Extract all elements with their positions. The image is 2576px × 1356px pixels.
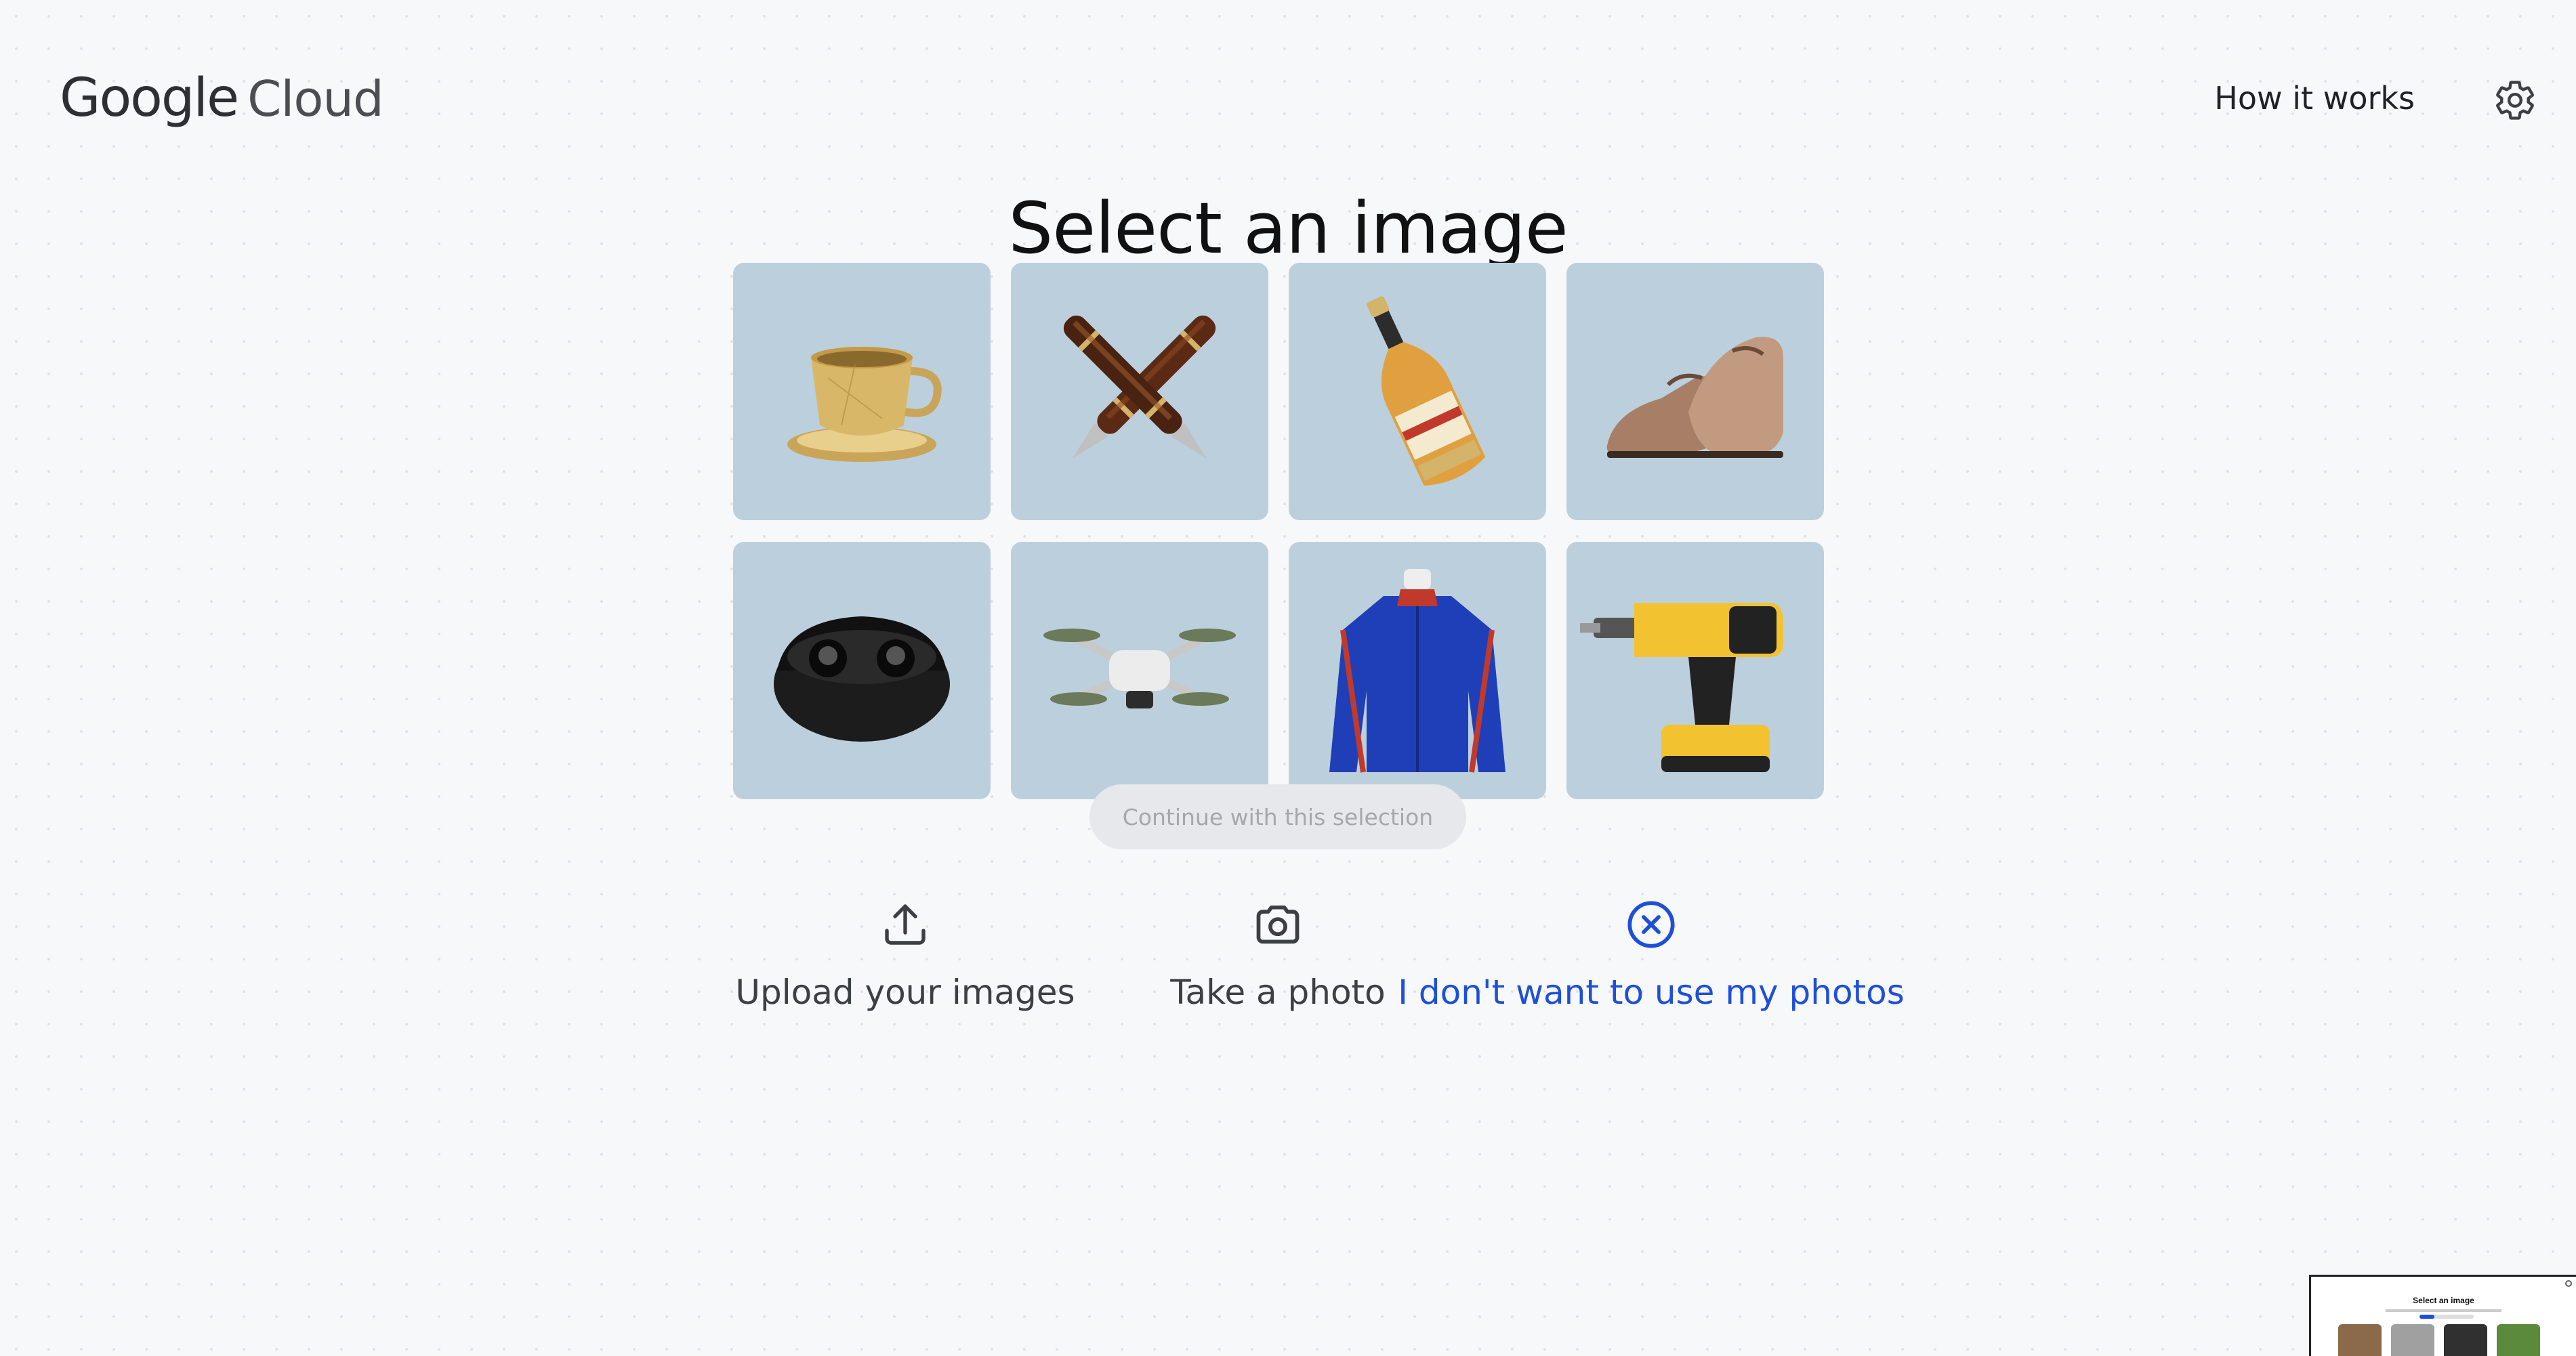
preview-face-3 <box>2444 1324 2487 1356</box>
upload-icon <box>875 894 936 955</box>
upload-label: Upload your images <box>735 973 1075 1012</box>
earbuds-image[interactable] <box>733 542 991 799</box>
preview-gear-icon <box>2565 1280 2572 1287</box>
google-cloud-logo[interactable]: Google Cloud <box>60 68 384 129</box>
teacup-illustration <box>787 347 942 462</box>
drone-image[interactable] <box>1011 542 1268 799</box>
pens-illustration <box>1063 315 1216 459</box>
close-circle-icon <box>1621 894 1682 955</box>
camera-icon <box>1247 894 1308 955</box>
preview-tabs <box>2419 1315 2474 1319</box>
drone-illustration <box>1043 629 1236 708</box>
page-title: Select an image <box>1008 187 1569 270</box>
shoes-illustration <box>1606 337 1783 458</box>
jacket-image[interactable] <box>1289 542 1546 799</box>
jacket-illustration <box>1329 569 1505 773</box>
drill-illustration <box>1580 603 1783 772</box>
preview-face-2 <box>2391 1324 2434 1356</box>
preview-title: Select an image <box>2413 1296 2474 1305</box>
how-it-works-link[interactable]: How it works <box>2214 80 2415 116</box>
settings-button[interactable] <box>2489 75 2541 126</box>
preview-subtitle-line <box>2386 1309 2501 1312</box>
preview-faces <box>2338 1324 2540 1356</box>
drill-image[interactable] <box>1566 542 1824 799</box>
take-photo-button[interactable]: Take a photo <box>1170 894 1386 1012</box>
shoes-image[interactable] <box>1566 263 1824 520</box>
logo-brand: Google <box>60 68 239 129</box>
teacup-image[interactable] <box>733 263 991 520</box>
bottle-image[interactable] <box>1289 263 1546 520</box>
earbuds-illustration <box>774 616 950 742</box>
fountain-pens-image[interactable] <box>1011 263 1268 520</box>
upload-images-button[interactable]: Upload your images <box>735 894 1075 1012</box>
logo-product: Cloud <box>247 70 384 127</box>
no-photos-label: I don't want to use my photos <box>1398 973 1905 1012</box>
preview-thumbnail[interactable]: Select an image <box>2309 1275 2576 1356</box>
take-photo-label: Take a photo <box>1170 973 1386 1012</box>
preview-face-1 <box>2338 1324 2382 1356</box>
gear-icon <box>2496 81 2534 120</box>
image-grid <box>733 263 1825 799</box>
bottle-illustration <box>1367 296 1486 486</box>
preview-face-4 <box>2497 1324 2540 1356</box>
no-photos-button[interactable]: I don't want to use my photos <box>1398 894 1905 1012</box>
continue-button[interactable]: Continue with this selection <box>1089 784 1466 849</box>
